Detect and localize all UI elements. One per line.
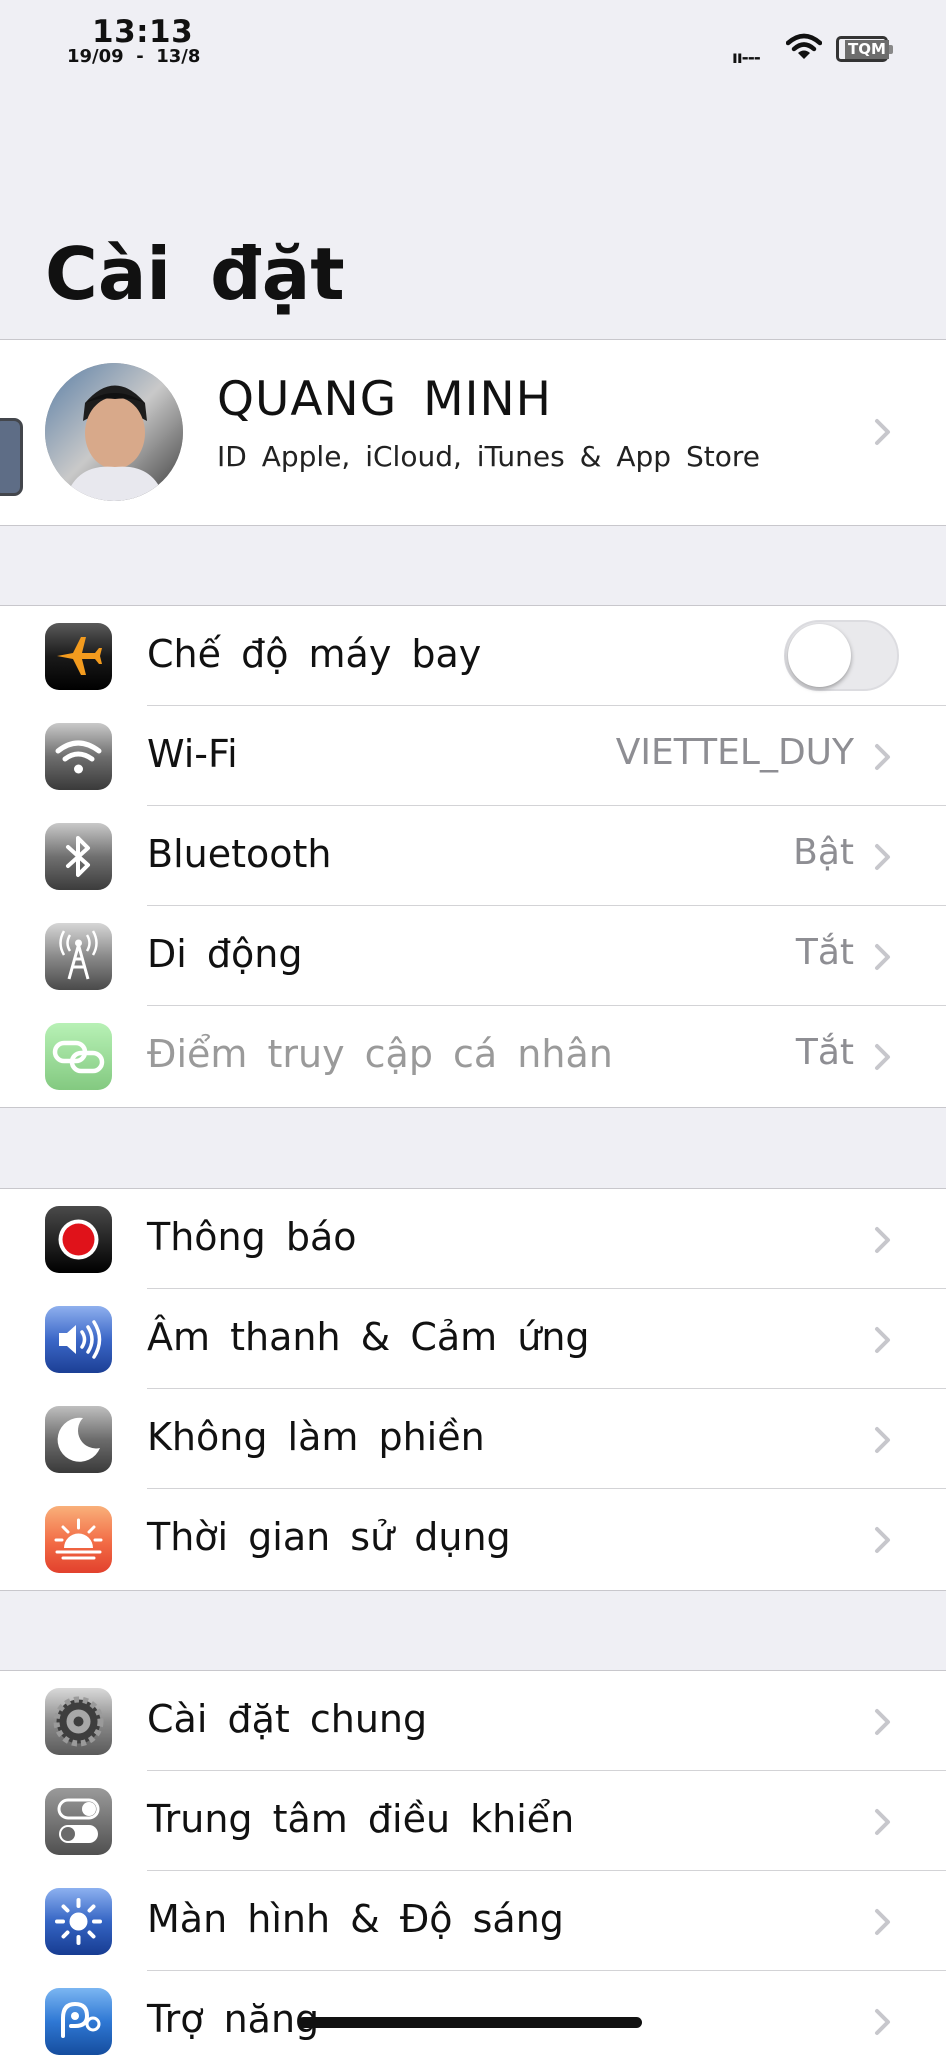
- row-label: Wi-Fi: [147, 732, 238, 776]
- avatar: [45, 363, 183, 501]
- side-handle[interactable]: [0, 418, 23, 496]
- row-value: Tắt: [795, 932, 854, 973]
- row-value: Tắt: [795, 1032, 854, 1073]
- chevron-right-icon: [875, 1227, 890, 1253]
- notifications-group: Thông báo Âm thanh & Cảm ứng Không làm p…: [0, 1188, 946, 1591]
- profile-subtitle: ID Apple, iCloud, iTunes & App Store: [217, 440, 760, 473]
- row-label: Trợ năng: [147, 1997, 320, 2041]
- chevron-right-icon: [875, 1709, 890, 1735]
- chevron-right-icon: [875, 1327, 890, 1353]
- accessibility-icon: [45, 1988, 112, 2055]
- chevron-right-icon: [875, 744, 890, 770]
- status-time: 13:13: [92, 14, 194, 50]
- home-indicator[interactable]: [298, 2017, 642, 2028]
- moon-icon: [45, 1406, 112, 1473]
- airplane-mode-toggle[interactable]: [784, 620, 899, 691]
- row-value: Bật: [793, 832, 854, 873]
- profile-name: QUANG MINH: [217, 372, 552, 427]
- row-label: Không làm phiền: [147, 1415, 485, 1459]
- switches-icon: [45, 1788, 112, 1855]
- chevron-right-icon: [875, 1527, 890, 1553]
- link-icon: [45, 1023, 112, 1090]
- chevron-right-icon: [875, 2009, 890, 2035]
- row-label: Trung tâm điều khiển: [147, 1797, 575, 1841]
- row-label: Âm thanh & Cảm ứng: [147, 1315, 590, 1359]
- row-general[interactable]: Cài đặt chung: [0, 1671, 946, 1771]
- brightness-icon: [45, 1888, 112, 1955]
- cellular-signal-icon: ıı---: [732, 48, 761, 68]
- row-cellular[interactable]: Di động Tắt: [0, 906, 946, 1006]
- wifi-icon: [45, 723, 112, 790]
- chevron-right-icon: [875, 1427, 890, 1453]
- chevron-right-icon: [875, 1809, 890, 1835]
- row-label: Di động: [147, 932, 303, 976]
- gear-icon: [45, 1688, 112, 1755]
- row-bluetooth[interactable]: Bluetooth Bật: [0, 806, 946, 906]
- notification-icon: [45, 1206, 112, 1273]
- profile-cell[interactable]: [0, 339, 946, 526]
- page-title: Cài đặt: [45, 232, 345, 316]
- chevron-right-icon: [875, 944, 890, 970]
- profile-chevron-icon: [875, 419, 890, 445]
- antenna-icon: [45, 923, 112, 990]
- row-do-not-disturb[interactable]: Không làm phiền: [0, 1389, 946, 1489]
- chevron-right-icon: [875, 1044, 890, 1070]
- connectivity-group: Chế độ máy bay Wi-Fi VIETTEL_DUY Bluetoo…: [0, 605, 946, 1108]
- row-personal-hotspot[interactable]: Điểm truy cập cá nhân Tắt: [0, 1006, 946, 1106]
- row-label: Thông báo: [147, 1215, 357, 1259]
- battery-label: TQM: [845, 40, 889, 59]
- airplane-icon: [45, 623, 112, 690]
- status-date: 19/09 - 13/8: [67, 46, 201, 67]
- row-label: Bluetooth: [147, 832, 332, 876]
- row-wifi[interactable]: Wi-Fi VIETTEL_DUY: [0, 706, 946, 806]
- wifi-status-icon: [786, 33, 822, 59]
- battery-icon: TQM: [836, 36, 893, 62]
- bluetooth-icon: [45, 823, 112, 890]
- speaker-icon: [45, 1306, 112, 1373]
- row-control-center[interactable]: Trung tâm điều khiển: [0, 1771, 946, 1871]
- row-notifications[interactable]: Thông báo: [0, 1189, 946, 1289]
- row-label: Cài đặt chung: [147, 1697, 428, 1741]
- sunset-icon: [45, 1506, 112, 1573]
- row-label: Điểm truy cập cá nhân: [147, 1032, 613, 1076]
- row-screen-time[interactable]: Thời gian sử dụng: [0, 1489, 946, 1589]
- chevron-right-icon: [875, 1909, 890, 1935]
- row-label: Màn hình & Độ sáng: [147, 1897, 564, 1941]
- row-value: VIETTEL_DUY: [615, 732, 854, 773]
- row-display-brightness[interactable]: Màn hình & Độ sáng: [0, 1871, 946, 1971]
- row-label: Thời gian sử dụng: [147, 1515, 511, 1559]
- toggle-knob: [788, 624, 851, 687]
- row-sounds[interactable]: Âm thanh & Cảm ứng: [0, 1289, 946, 1389]
- chevron-right-icon: [875, 844, 890, 870]
- row-label: Chế độ máy bay: [147, 632, 482, 676]
- general-group: Cài đặt chung Trung tâm điều khiển Màn h…: [0, 1670, 946, 2071]
- status-bar: 13:13 19/09 - 13/8 ıı--- TQM: [0, 0, 946, 90]
